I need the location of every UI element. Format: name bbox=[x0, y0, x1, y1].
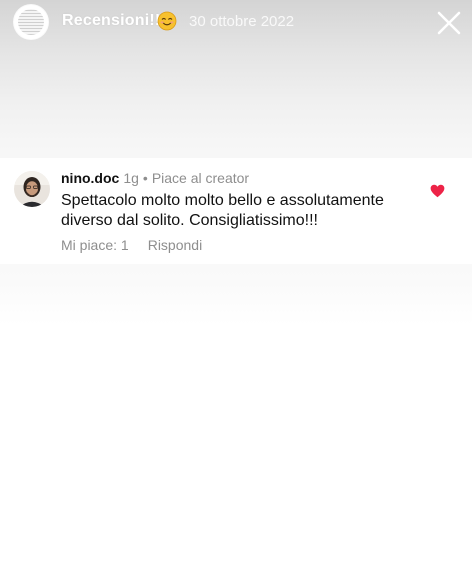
story-avatar[interactable] bbox=[14, 5, 48, 39]
comment-username[interactable]: nino.doc bbox=[61, 170, 119, 186]
comment-card: nino.doc 1g • Piace al creator Spettacolo m… bbox=[0, 158, 472, 264]
story-title: Recensioni!!! bbox=[62, 12, 166, 29]
comment-age: 1g bbox=[123, 170, 139, 186]
comment-meta: nino.doc 1g • Piace al creator bbox=[61, 170, 249, 186]
comment-text: Spettacolo molto molto bello e assolutam… bbox=[61, 192, 384, 229]
story-date: 30 ottobre 2022 bbox=[189, 13, 295, 30]
close-icon[interactable] bbox=[434, 8, 464, 38]
story-header: Recensioni!!! 30 ottobre 2022 bbox=[0, 0, 472, 44]
reply-button[interactable]: Rispondi bbox=[148, 237, 202, 253]
comment-actions: Mi piace: 1 Rispondi bbox=[61, 237, 202, 253]
creator-like-label: Piace al creator bbox=[151, 170, 250, 186]
commenter-avatar[interactable] bbox=[14, 171, 50, 207]
smiling-face-emoji-icon bbox=[157, 11, 177, 31]
story-avatar-image bbox=[18, 9, 44, 35]
heart-icon[interactable] bbox=[430, 184, 445, 198]
meta-separator: • bbox=[142, 170, 148, 186]
likes-count[interactable]: Mi piace: 1 bbox=[61, 237, 129, 253]
